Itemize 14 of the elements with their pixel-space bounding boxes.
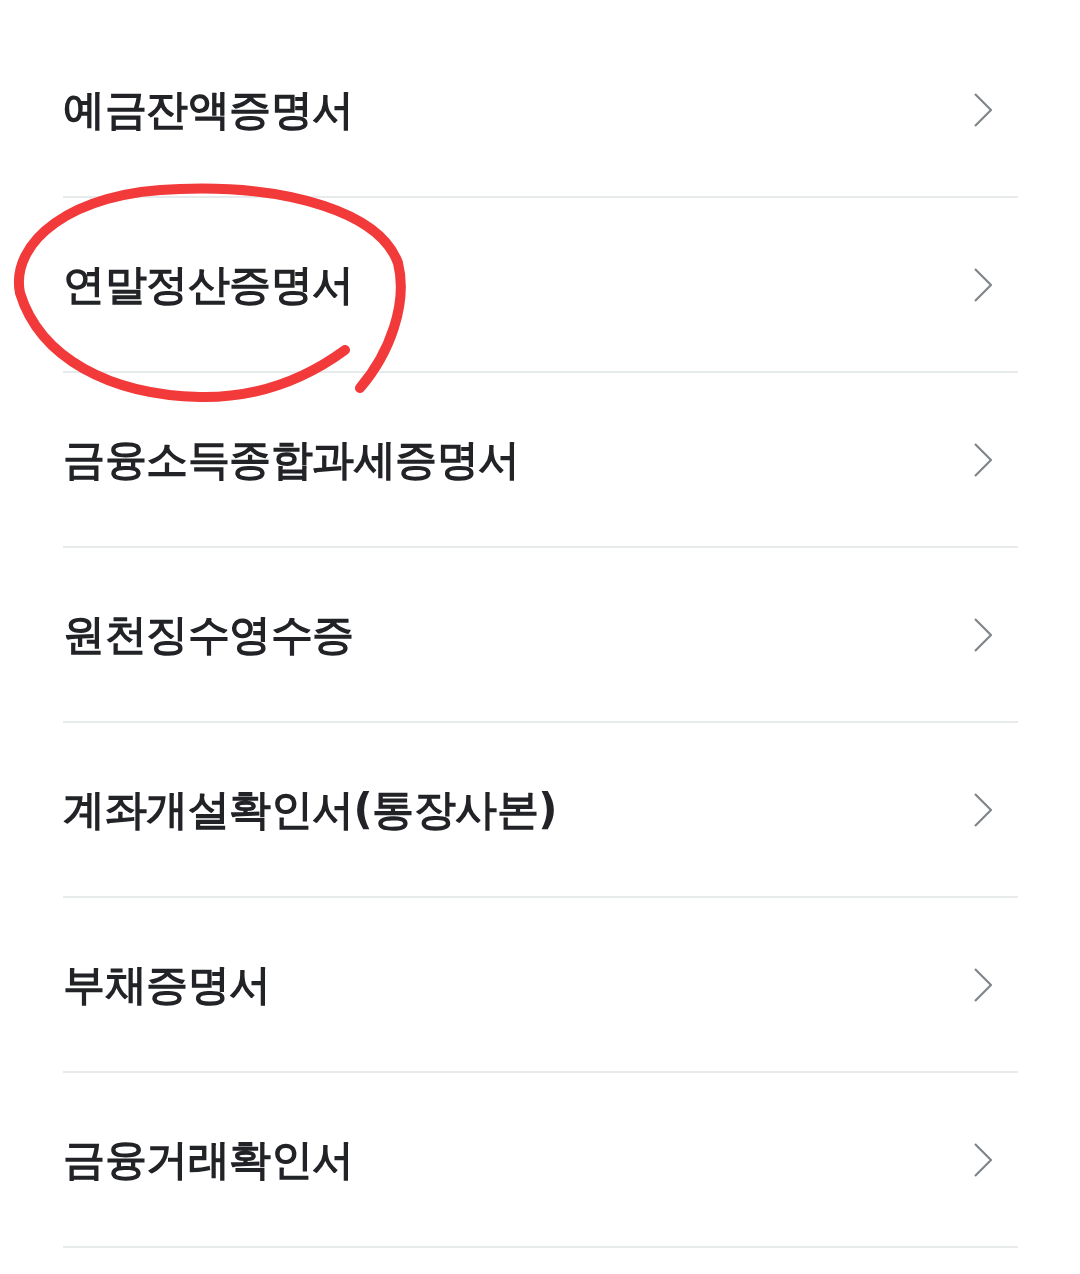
chevron-right-icon (974, 967, 992, 1002)
menu-item[interactable]: 원천징수영수증 (63, 548, 1018, 723)
menu-item[interactable]: 금융거래확인서 (63, 1073, 1018, 1248)
chevron-right-icon (974, 1142, 992, 1177)
menu-item[interactable]: 연말정산증명서 (63, 198, 1018, 373)
chevron-right-icon (974, 442, 992, 477)
menu-item[interactable]: 금융소득종합과세증명서 (63, 373, 1018, 548)
chevron-right-icon (974, 92, 992, 127)
chevron-right-icon (974, 792, 992, 827)
menu-item[interactable]: 예금잔액증명서 (63, 23, 1018, 198)
menu-item[interactable]: 계좌개설확인서(통장사본) (63, 723, 1018, 898)
chevron-right-icon (974, 267, 992, 302)
chevron-right-icon (974, 617, 992, 652)
menu-item[interactable]: 부채증명서 (63, 898, 1018, 1073)
